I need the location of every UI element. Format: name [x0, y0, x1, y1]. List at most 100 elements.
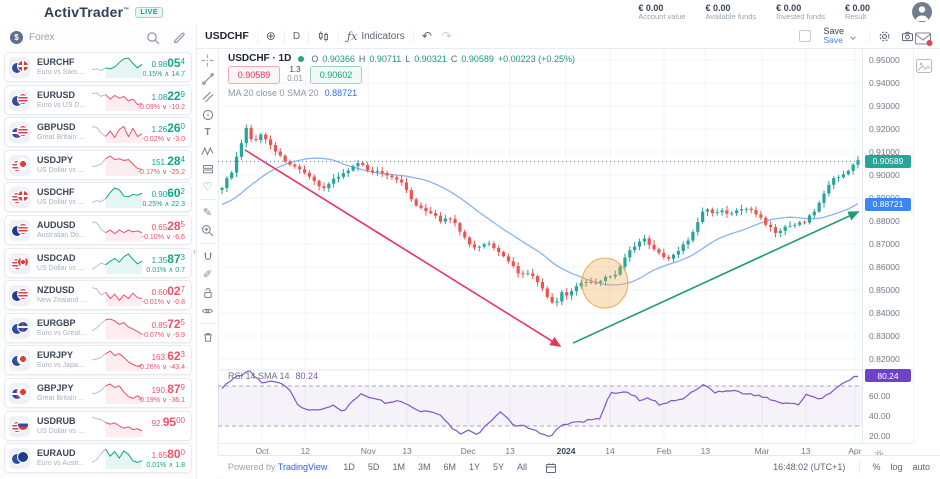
instrument-symbol: EURCHF — [37, 57, 75, 67]
instrument-card-nzdusd[interactable]: NZDUSDNew Zealand ...0.60027-0.01% ∨ -0.… — [4, 280, 192, 310]
ma-label: MA 20 close 0 SMA 20 — [228, 88, 319, 98]
auto-scale-button[interactable]: auto — [912, 462, 930, 472]
range-button-5d[interactable]: 5D — [368, 462, 380, 472]
range-button-5y[interactable]: 5Y — [493, 462, 504, 472]
interval-button[interactable]: D — [293, 31, 300, 42]
range-button-all[interactable]: All — [517, 462, 527, 472]
instrument-change: -0.26% ∨ -43.4 — [138, 363, 185, 371]
brush-tool-icon[interactable]: ✎ — [200, 205, 216, 220]
redo-icon[interactable]: ↷ — [442, 30, 452, 42]
pair-flags-icon — [9, 383, 30, 404]
notifications-envelope-icon[interactable] — [914, 30, 934, 48]
range-button-1m[interactable]: 1M — [392, 462, 405, 472]
zoom-in-tool-icon[interactable] — [200, 223, 216, 238]
range-button-1y[interactable]: 1Y — [469, 462, 480, 472]
percent-scale-button[interactable]: % — [872, 462, 880, 472]
instrument-name: US Dollar vs ... — [37, 167, 84, 174]
instrument-symbol: EURUSD — [37, 90, 75, 100]
high-key: H — [359, 54, 366, 64]
collapse-sidebar-handle[interactable]: ‹ — [190, 243, 199, 259]
unlock-tool-icon[interactable] — [200, 285, 216, 300]
legend-title[interactable]: USDCHF · 1D — [228, 53, 291, 64]
avatar[interactable] — [912, 2, 932, 22]
instrument-card-eurchf[interactable]: EURCHFEuro vs Swis...0.980540.15% ∧ 14.7 — [4, 52, 192, 82]
snapshot-camera-icon[interactable] — [901, 30, 914, 43]
price-tick: 0.88000 — [869, 216, 900, 226]
instrument-price: 0.98054 — [152, 55, 185, 71]
edit-watchlist-icon[interactable] — [172, 31, 186, 45]
instrument-card-usdjpy[interactable]: USDJPYUS Dollar vs ...151.284-0.17% ∨ -2… — [4, 150, 192, 180]
sparkline-chart — [91, 121, 143, 149]
instrument-card-eurgbp[interactable]: EURGBPEuro vs Great...0.85725-0.07% ∨ -5… — [4, 313, 192, 343]
sparkline-chart — [91, 447, 143, 475]
chevron-down-icon[interactable] — [848, 30, 861, 43]
save-layout-button[interactable]: Save Save — [823, 27, 844, 45]
chart-settings-gear-icon[interactable] — [878, 30, 891, 43]
parallel-channel-tool-icon[interactable] — [200, 89, 216, 104]
favorites-heart-tool-icon[interactable]: ♡ — [200, 179, 216, 194]
change-value: +0.00223 (+0.25%) — [498, 54, 575, 64]
instrument-change: -0.07% ∨ -5.9 — [142, 331, 185, 339]
long-position-tool-icon[interactable] — [200, 161, 216, 176]
forex-category-icon: $ — [10, 31, 23, 44]
undo-icon[interactable]: ↶ — [422, 30, 432, 42]
buy-button[interactable]: 0.90602 — [310, 66, 362, 84]
trend-line-tool-icon[interactable] — [200, 71, 216, 86]
instrument-price: 163.623 — [152, 348, 185, 364]
indicators-button[interactable]: ƒx Indicators — [347, 30, 405, 43]
sell-button[interactable]: 0.90589 — [228, 66, 280, 84]
instrument-name: Great Britain ... — [37, 395, 84, 402]
range-button-3m[interactable]: 3M — [418, 462, 431, 472]
chart-style-icon[interactable] — [317, 30, 330, 43]
price-tick: 0.82000 — [869, 354, 900, 364]
fib-circle-tool-icon[interactable] — [200, 107, 216, 122]
text-tool-icon[interactable]: T — [200, 125, 216, 140]
instrument-name: US Dollar vs ... — [37, 199, 84, 206]
instrument-card-audusd[interactable]: AUDUSDAustralian Do...0.65285-0.10% ∨ -6… — [4, 215, 192, 245]
pair-flags-icon — [9, 350, 30, 371]
go-to-date-icon[interactable] — [545, 461, 557, 473]
instrument-change: 0.15% ∧ 14.7 — [143, 70, 186, 78]
instrument-name: Euro vs Great... — [37, 330, 86, 337]
instrument-card-eurusd[interactable]: EURUSDEuro vs US D...1.08229-0.09% ∨ -10… — [4, 85, 192, 115]
range-button-1d[interactable]: 1D — [343, 462, 355, 472]
tradingview-link[interactable]: TradingView — [278, 462, 328, 472]
remove-drawings-tool-icon[interactable] — [200, 329, 216, 344]
pair-flags-icon — [9, 187, 30, 208]
price-chart[interactable] — [218, 49, 862, 443]
instrument-symbol: USDJPY — [37, 155, 73, 165]
search-icon[interactable] — [146, 31, 160, 45]
magnet-tool-icon[interactable] — [200, 249, 216, 264]
instrument-card-usdcad[interactable]: USDCADUS Dollar vs ...1.358730.01% ∧ 0.7 — [4, 248, 192, 278]
sparkline-chart — [91, 154, 143, 182]
instrument-card-usdrub[interactable]: USDRUBUS Dollar vs ...92.9500 — [4, 411, 192, 441]
log-scale-button[interactable]: log — [890, 462, 902, 472]
xabcd-pattern-tool-icon[interactable] — [200, 143, 216, 158]
sparkline-chart — [91, 349, 143, 377]
hide-drawings-tool-icon[interactable] — [200, 303, 216, 318]
instrument-card-eurjpy[interactable]: EURJPYEuro vs Japa...163.623-0.26% ∨ -43… — [4, 345, 192, 375]
ma-value-badge: 0.88721 — [865, 198, 911, 211]
instrument-change: -0.10% ∨ -6.6 — [142, 233, 185, 241]
instrument-price: 1.35873 — [152, 251, 185, 267]
instrument-price: 0.90602 — [152, 185, 185, 201]
toolbar-divider — [201, 243, 215, 244]
rsi-tick: 40.00 — [869, 411, 890, 421]
instrument-name: New Zealand ... — [37, 297, 86, 304]
screenshot-image-icon[interactable] — [915, 58, 933, 74]
compare-add-icon[interactable]: ⊕ — [266, 30, 276, 42]
layout-checkbox[interactable] — [799, 30, 811, 42]
price-tick: 0.83000 — [869, 331, 900, 341]
symbol-label[interactable]: USDCHF — [205, 30, 249, 42]
range-button-6m[interactable]: 6M — [443, 462, 456, 472]
price-axis[interactable]: 0.950000.940000.930000.920000.910000.900… — [862, 49, 914, 443]
crosshair-tool-icon[interactable] — [200, 53, 216, 68]
instrument-card-gbpjpy[interactable]: GBPJPYGreat Britain ...190.879-0.19% ∨ -… — [4, 378, 192, 408]
instrument-name: Euro vs Austr... — [37, 460, 84, 467]
instrument-card-gbpusd[interactable]: GBPUSDGreat Britain ...1.26260-0.02% ∨ -… — [4, 117, 192, 147]
low-key: L — [405, 54, 410, 64]
instrument-card-usdchf[interactable]: USDCHFUS Dollar vs ...0.906020.25% ∧ 22.… — [4, 182, 192, 212]
rsi-tick: 20.00 — [869, 431, 890, 441]
instrument-card-euraud[interactable]: EURAUDEuro vs Austr...1.658000.01% ∧ 1.8 — [4, 443, 192, 473]
annotation-tool-icon[interactable]: ✐ — [200, 267, 216, 282]
